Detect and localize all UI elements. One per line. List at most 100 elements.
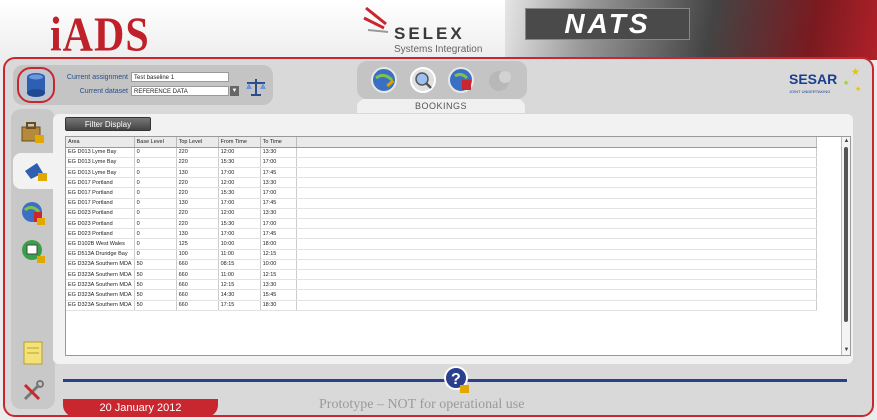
column-header[interactable]: Area: [66, 137, 135, 148]
header-banner: NATS: [505, 0, 877, 60]
table-cell: 12:00: [218, 147, 261, 158]
current-dataset-select[interactable]: REFERENCE DATA: [131, 86, 229, 96]
table-cell: 08:15: [218, 259, 261, 270]
table-row[interactable]: EG D017 Portland 0 220 15:30 17:00: [66, 187, 817, 199]
scroll-up-icon[interactable]: ▲: [843, 138, 850, 145]
table-cell: 13:30: [260, 208, 297, 220]
left-nav-bottom: [11, 329, 55, 409]
table-cell: 15:30: [218, 157, 261, 169]
current-assignment-field[interactable]: Test baseline 1: [131, 72, 229, 82]
table-cell: 0: [134, 187, 177, 199]
table-cell: 50: [134, 300, 177, 311]
tools-button[interactable]: [13, 373, 53, 409]
table-cell: EG D023 Portland: [66, 228, 135, 240]
table-row[interactable]: EG D013 Lyme Bay 0 220 15:30 17:00: [66, 157, 817, 169]
table-cell: 220: [176, 147, 219, 158]
table-row[interactable]: EG D323A Southern MDA 50 660 11:00 12:15: [66, 269, 817, 281]
tab-bookings[interactable]: BOOKINGS: [357, 99, 525, 113]
sesar-logo: SESAR JOINT UNDERTAKING ★ ★ ★: [785, 65, 865, 101]
table-cell: 50: [134, 259, 177, 270]
table-row[interactable]: EG D323A Southern MDA 50 660 12:15 13:30: [66, 279, 817, 291]
sidebar-item-briefcase[interactable]: [13, 115, 53, 151]
table-row[interactable]: EG D323A Southern MDA 50 660 17:15 18:30: [66, 300, 817, 311]
column-header[interactable]: To Time: [260, 137, 297, 148]
sidebar-item-globe-edit[interactable]: [13, 233, 53, 269]
scroll-down-icon[interactable]: ▼: [843, 347, 850, 354]
briefcase-lock-icon: [21, 122, 44, 143]
table-cell: 0: [134, 147, 177, 158]
table-cell-filler: [296, 177, 817, 189]
help-icon[interactable]: ?: [443, 365, 471, 395]
table-cell-filler: [296, 187, 817, 199]
table-cell: 0: [134, 228, 177, 240]
table-cell: EG D323A Southern MDA: [66, 269, 135, 281]
table-cell: 17:45: [260, 198, 297, 209]
table-row[interactable]: EG D323A Southern MDA 50 660 08:15 10:00: [66, 259, 817, 270]
table-cell-filler: [296, 279, 817, 291]
table-row[interactable]: EG D102B West Wales 0 125 10:00 18:00: [66, 238, 817, 250]
globe-edit-icon[interactable]: [370, 66, 398, 94]
table-cell: 18:30: [260, 300, 297, 311]
column-header[interactable]: From Time: [218, 137, 261, 148]
table-row[interactable]: EG D013 Lyme Bay 0 130 17:00 17:45: [66, 167, 817, 179]
table-cell: 17:00: [260, 218, 297, 230]
table-cell: 13:30: [260, 147, 297, 158]
table-cell: 660: [176, 259, 219, 270]
table-cell: 18:00: [260, 238, 297, 250]
table-cell: EG D102B West Wales: [66, 238, 135, 250]
table-cell: EG D323A Southern MDA: [66, 279, 135, 291]
globe-report-icon[interactable]: [447, 66, 475, 94]
table-row[interactable]: EG D023 Portland 0 220 15:30 17:00: [66, 218, 817, 230]
table-cell-filler: [296, 249, 817, 260]
table-cell-filler: [296, 208, 817, 220]
table-cell: 17:00: [260, 157, 297, 169]
dataset-dropdown-icon[interactable]: ▼: [230, 86, 239, 96]
table-row[interactable]: EG D323A Southern MDA 50 660 14:30 15:45: [66, 289, 817, 301]
table-row[interactable]: EG D017 Portland 0 130 17:00 17:45: [66, 198, 817, 209]
table-cell: EG D023 Portland: [66, 208, 135, 220]
table-cell-filler: [296, 300, 817, 311]
table-cell: EG D013 Lyme Bay: [66, 167, 135, 179]
globe-search-icon[interactable]: [409, 66, 437, 94]
table-cell: 17:00: [218, 228, 261, 240]
table-row[interactable]: EG D013 Lyme Bay 0 220 12:00 13:30: [66, 147, 817, 158]
table-row[interactable]: EG D513A Druridge Bay 0 100 11:00 12:15: [66, 249, 817, 260]
table-cell: 17:15: [218, 300, 261, 311]
column-header[interactable]: Base Level: [134, 137, 177, 148]
main-frame: Current assignment Test baseline 1 Curre…: [3, 57, 874, 417]
nats-logo: NATS: [525, 8, 690, 40]
scroll-thumb[interactable]: [844, 147, 848, 322]
table-cell: 0: [134, 157, 177, 169]
notes-button[interactable]: [13, 335, 53, 371]
table-row[interactable]: EG D023 Portland 0 220 12:00 13:30: [66, 208, 817, 220]
column-header[interactable]: Top Level: [176, 137, 219, 148]
table-cell: 13:30: [260, 279, 297, 291]
table-cell: 100: [176, 249, 219, 260]
assignment-panel: Current assignment Test baseline 1 Curre…: [13, 65, 273, 105]
bookings-panel: Filter Display Area Base Level Top Level Fr…: [53, 114, 853, 364]
table-cell: 17:00: [260, 187, 297, 199]
table-cell-filler: [296, 238, 817, 250]
filter-display-button[interactable]: Filter Display: [65, 117, 151, 131]
table-cell-filler: [296, 147, 817, 158]
table-row[interactable]: EG D023 Portland 0 130 17:00 17:45: [66, 228, 817, 240]
globe-disabled-icon[interactable]: [486, 66, 514, 94]
stars-icon: ★ ★ ★: [843, 67, 861, 93]
airspace-lock-icon: [25, 163, 47, 181]
table-cell: 220: [176, 187, 219, 199]
date-display: 20 January 2012: [63, 399, 218, 417]
table-cell: 17:00: [218, 167, 261, 179]
table-cell: 220: [176, 208, 219, 220]
table-cell-filler: [296, 157, 817, 169]
table-cell: 130: [176, 198, 219, 209]
scales-icon[interactable]: [245, 77, 267, 97]
table-cell: 12:15: [218, 279, 261, 291]
database-button[interactable]: [17, 67, 55, 103]
table-row[interactable]: EG D017 Portland 0 220 12:00 13:30: [66, 177, 817, 189]
sidebar-item-globe-report[interactable]: [13, 195, 53, 231]
table-cell: 12:00: [218, 208, 261, 220]
left-nav: [11, 109, 59, 364]
table-cell: EG D323A Southern MDA: [66, 289, 135, 301]
table-cell: 130: [176, 228, 219, 240]
vertical-scrollbar[interactable]: ▲ ▼: [841, 137, 850, 355]
